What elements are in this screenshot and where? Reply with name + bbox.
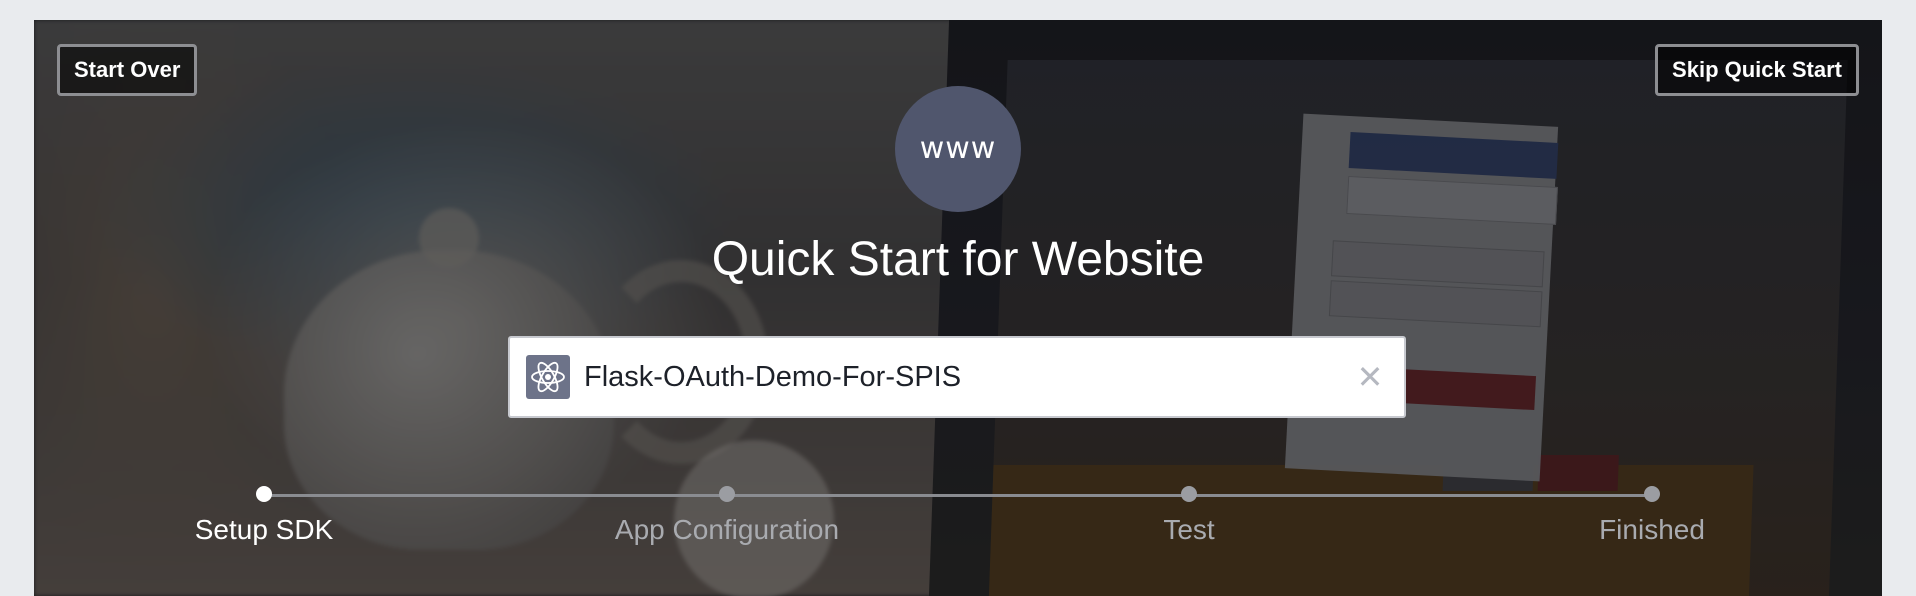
- close-icon[interactable]: ✕: [1352, 359, 1388, 395]
- step-dot: [719, 486, 735, 502]
- www-icon: www: [895, 86, 1021, 212]
- app-name-value: Flask-OAuth-Demo-For-SPIS: [584, 361, 962, 393]
- step-finished[interactable]: Finished: [1502, 486, 1802, 546]
- quick-start-hero: Start Over Skip Quick Start www Quick St…: [34, 20, 1882, 596]
- step-app-configuration[interactable]: App Configuration: [577, 486, 877, 546]
- step-label: Setup SDK: [194, 514, 334, 545]
- step-test[interactable]: Test: [1039, 486, 1339, 546]
- step-setup-sdk[interactable]: Setup SDK: [114, 486, 414, 546]
- page-title: Quick Start for Website: [711, 233, 1205, 286]
- skip-quick-start-button[interactable]: Skip Quick Start: [1655, 44, 1859, 96]
- step-label: Test: [1163, 514, 1215, 545]
- stepper-track: [264, 494, 1652, 497]
- atom-icon: [526, 355, 570, 399]
- app-selector-field[interactable]: Flask-OAuth-Demo-For-SPIS ✕: [508, 336, 1406, 418]
- step-dot: [1181, 486, 1197, 502]
- step-dot: [1644, 486, 1660, 502]
- step-label: Finished: [1599, 514, 1705, 545]
- step-dot: [256, 486, 272, 502]
- step-label: App Configuration: [614, 514, 840, 545]
- start-over-button[interactable]: Start Over: [57, 44, 198, 96]
